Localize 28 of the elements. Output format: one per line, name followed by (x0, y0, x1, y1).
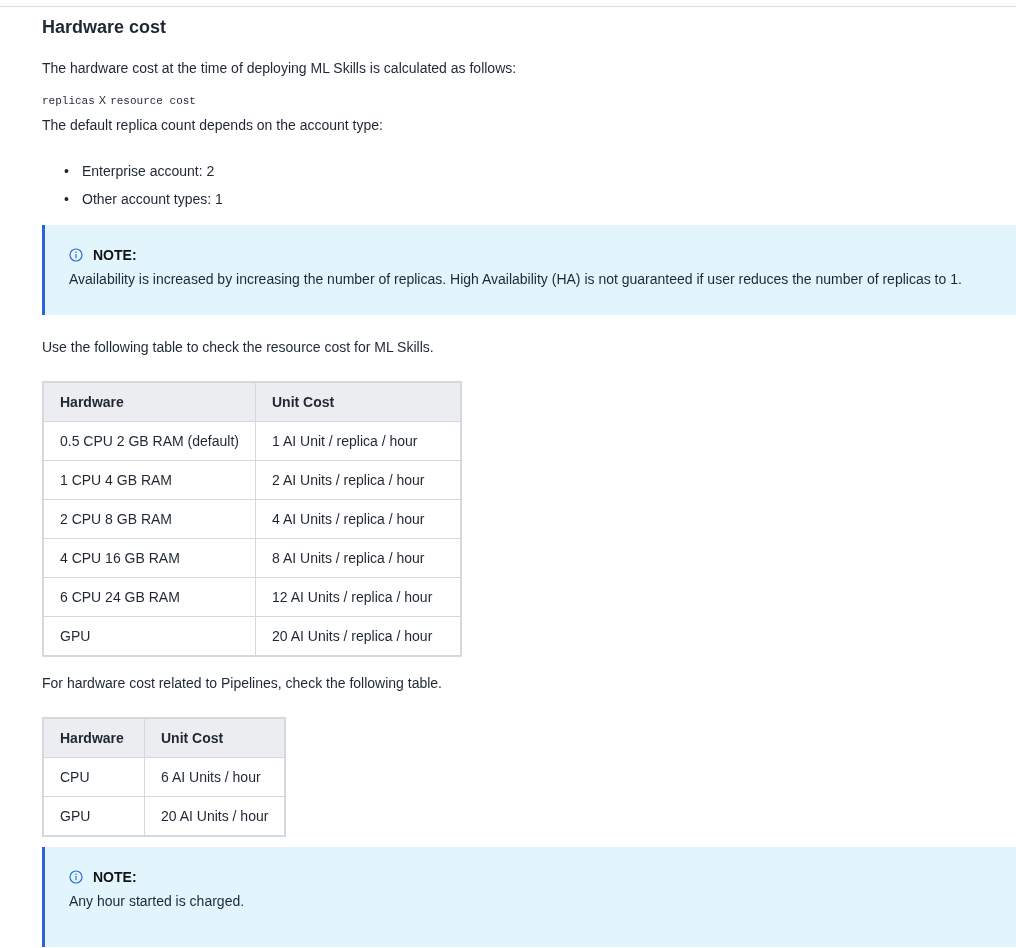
paragraph: Use the following table to check the resource cost for ML Skills. (42, 339, 435, 355)
table-cell: CPU (43, 757, 145, 797)
paragraph: For hardware cost related to Pipelines, check the following table. (42, 675, 443, 691)
table-cell: 0.5 CPU 2 GB RAM (default) (43, 421, 256, 461)
list-item: Other account types: 1 (82, 190, 223, 209)
code-text: resource cost (110, 95, 196, 107)
note-title: NOTE: (93, 869, 137, 885)
info-icon (69, 248, 83, 262)
bullet-mark: • (64, 190, 70, 209)
section-heading: Hardware cost (42, 17, 168, 38)
table-cell: 4 CPU 16 GB RAM (43, 538, 256, 578)
note-text: Any hour started is charged. (69, 893, 246, 909)
paragraph: The hardware cost at the time of deploying ML Skills is calculated as follows: (42, 60, 518, 76)
list-item: Enterprise account: 2 (82, 162, 215, 181)
bullet-mark: • (64, 162, 70, 181)
column-header: Unit Cost (144, 718, 286, 758)
info-icon (69, 870, 83, 884)
column-header: Hardware (43, 382, 256, 422)
table-cell: 1 CPU 4 GB RAM (43, 460, 256, 500)
column-header: Unit Cost (255, 382, 461, 422)
table-cell: 6 CPU 24 GB RAM (43, 577, 256, 617)
column-header: Hardware (43, 718, 145, 758)
paragraph: The default replica count depends on the account type: (42, 117, 384, 133)
operator-text: X (98, 94, 107, 106)
note-text: Availability is increased by increasing the number of replicas. High Availability (HA) is not guaranteed if user reduces the number of replicas to 1. (69, 271, 963, 287)
note-title: NOTE: (93, 247, 137, 263)
table-cell: 2 CPU 8 GB RAM (43, 499, 256, 539)
code-text: replicas (42, 95, 95, 107)
